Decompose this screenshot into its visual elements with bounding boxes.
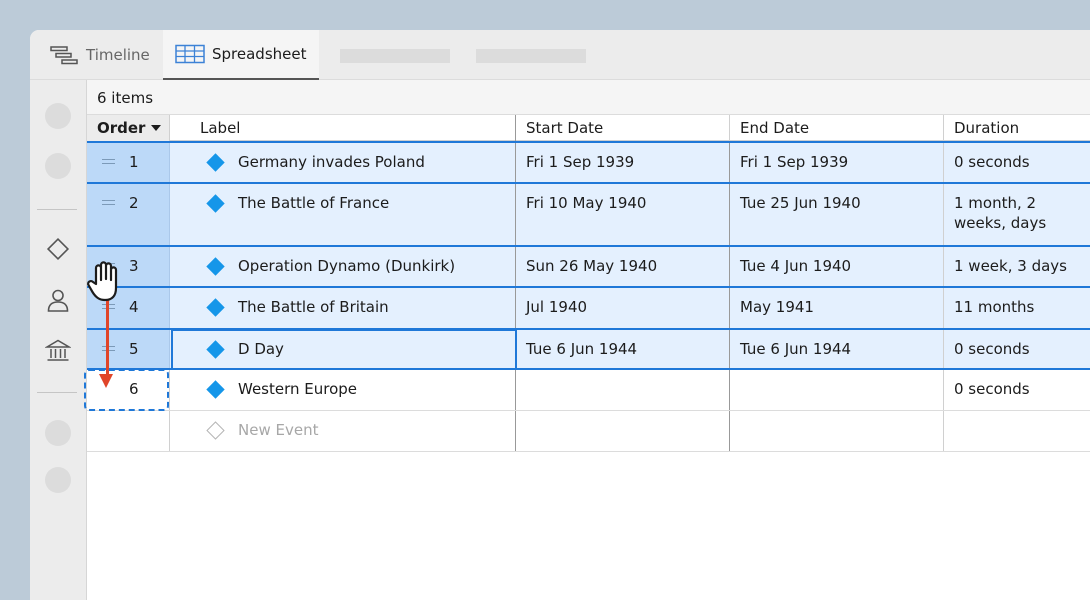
sidebar-divider xyxy=(37,209,77,210)
sidebar-placeholder xyxy=(45,467,71,493)
label-cell[interactable]: The Battle of France xyxy=(170,184,516,245)
event-label: D Day xyxy=(238,340,284,358)
drag-arrow xyxy=(106,300,109,375)
tab-timeline[interactable]: Timeline xyxy=(49,30,150,80)
end-date-cell[interactable]: Tue 6 Jun 1944 xyxy=(730,330,944,368)
sidebar-placeholder xyxy=(45,420,71,446)
end-date-cell[interactable]: Tue 25 Jun 1940 xyxy=(730,184,944,245)
column-header-end-date[interactable]: End Date xyxy=(730,115,944,141)
tab-placeholder xyxy=(476,49,586,63)
person-icon xyxy=(47,289,69,312)
end-date-cell[interactable]: Fri 1 Sep 1939 xyxy=(730,143,944,182)
tab-spreadsheet-label: Spreadsheet xyxy=(212,45,307,63)
grab-hand-cursor-icon xyxy=(87,261,118,302)
tab-spreadsheet[interactable]: Spreadsheet xyxy=(163,30,319,80)
duration-cell[interactable]: 11 months xyxy=(944,288,1090,328)
end-date-cell[interactable] xyxy=(730,411,944,451)
tab-timeline-label: Timeline xyxy=(86,46,150,64)
event-label: Germany invades Poland xyxy=(238,153,425,171)
event-label: The Battle of France xyxy=(238,194,390,212)
column-header-label[interactable]: Label xyxy=(170,115,516,141)
event-diamond-icon xyxy=(206,340,225,359)
duration-cell[interactable]: 0 seconds xyxy=(944,370,1090,410)
app-window: Timeline Spreadsheet 6 items Order Label… xyxy=(30,30,1090,600)
order-number: 3 xyxy=(129,257,139,275)
order-cell[interactable]: 5 xyxy=(87,330,170,368)
sidebar-divider xyxy=(37,392,77,393)
table-header: Order Label Start Date End Date Duration xyxy=(87,114,1090,141)
table-row[interactable]: 3 Operation Dynamo (Dunkirk) Sun 26 May … xyxy=(87,245,1090,286)
column-header-order-label: Order xyxy=(97,119,146,137)
new-event-cell[interactable]: New Event xyxy=(170,411,516,451)
start-date-cell[interactable]: Jul 1940 xyxy=(516,288,730,328)
event-diamond-icon xyxy=(206,257,225,276)
order-number: 5 xyxy=(129,340,139,358)
drag-handle-icon[interactable] xyxy=(102,159,115,164)
timeline-icon xyxy=(50,46,78,65)
end-date-cell[interactable]: May 1941 xyxy=(730,288,944,328)
start-date-cell[interactable] xyxy=(516,370,730,410)
spreadsheet-icon xyxy=(175,44,205,64)
order-cell[interactable]: 1 xyxy=(87,143,170,182)
diamond-icon xyxy=(46,237,70,261)
column-header-order[interactable]: Order xyxy=(87,115,170,141)
start-date-cell[interactable]: Fri 1 Sep 1939 xyxy=(516,143,730,182)
event-diamond-icon xyxy=(206,298,225,317)
end-date-cell[interactable] xyxy=(730,370,944,410)
sidebar-events-button[interactable] xyxy=(44,235,72,263)
order-number: 6 xyxy=(129,380,139,398)
start-date-cell[interactable]: Fri 10 May 1940 xyxy=(516,184,730,245)
order-number: 4 xyxy=(129,298,139,316)
empty-diamond-icon xyxy=(206,421,225,440)
sidebar-placeholder xyxy=(45,103,71,129)
table-row[interactable]: 1 Germany invades Poland Fri 1 Sep 1939 … xyxy=(87,141,1090,182)
sidebar xyxy=(30,80,87,600)
column-header-start-date[interactable]: Start Date xyxy=(516,115,730,141)
duration-cell[interactable]: 1 week, 3 days xyxy=(944,247,1090,286)
table-row[interactable]: 2 The Battle of France Fri 10 May 1940 T… xyxy=(87,182,1090,245)
institution-icon xyxy=(45,339,71,361)
label-cell[interactable]: Germany invades Poland xyxy=(170,143,516,182)
sidebar-places-button[interactable] xyxy=(44,337,72,365)
tab-placeholder xyxy=(340,49,450,63)
table-row[interactable]: 4 The Battle of Britain Jul 1940 May 194… xyxy=(87,286,1090,328)
spreadsheet-panel: 6 items Order Label Start Date End Date … xyxy=(87,80,1090,600)
table-row[interactable]: 5 D Day Tue 6 Jun 1944 Tue 6 Jun 1944 0 … xyxy=(87,328,1090,370)
new-event-label: New Event xyxy=(238,421,319,439)
event-diamond-icon xyxy=(206,194,225,213)
label-cell[interactable]: The Battle of Britain xyxy=(170,288,516,328)
drag-handle-icon[interactable] xyxy=(102,200,115,205)
sidebar-placeholder xyxy=(45,153,71,179)
drag-arrow-head xyxy=(99,374,113,388)
event-label: Operation Dynamo (Dunkirk) xyxy=(238,257,456,275)
label-cell[interactable]: Operation Dynamo (Dunkirk) xyxy=(170,247,516,286)
duration-cell[interactable]: 0 seconds xyxy=(944,143,1090,182)
order-cell xyxy=(87,411,170,451)
duration-cell[interactable] xyxy=(944,411,1090,451)
sort-desc-icon[interactable] xyxy=(151,125,162,131)
event-diamond-icon xyxy=(206,380,225,399)
order-number: 2 xyxy=(129,194,139,212)
item-count: 6 items xyxy=(87,80,1090,114)
duration-cell[interactable]: 1 month, 2 weeks, days xyxy=(944,184,1084,245)
sidebar-people-button[interactable] xyxy=(44,286,72,314)
label-cell[interactable]: Western Europe xyxy=(170,370,516,410)
start-date-cell[interactable]: Sun 26 May 1940 xyxy=(516,247,730,286)
tab-bar: Timeline Spreadsheet xyxy=(30,30,1090,80)
start-date-cell[interactable]: Tue 6 Jun 1944 xyxy=(516,330,730,368)
table-row[interactable]: 6 Western Europe 0 seconds xyxy=(87,370,1090,411)
duration-cell[interactable]: 0 seconds xyxy=(944,330,1090,368)
new-event-row[interactable]: New Event xyxy=(87,411,1090,452)
order-number: 1 xyxy=(129,153,139,171)
start-date-cell[interactable] xyxy=(516,411,730,451)
event-label: The Battle of Britain xyxy=(238,298,389,316)
event-label: Western Europe xyxy=(238,380,358,398)
order-cell[interactable]: 2 xyxy=(87,184,170,245)
label-cell[interactable]: D Day xyxy=(170,330,516,368)
column-header-duration[interactable]: Duration xyxy=(944,115,1090,141)
end-date-cell[interactable]: Tue 4 Jun 1940 xyxy=(730,247,944,286)
event-diamond-icon xyxy=(206,153,225,172)
